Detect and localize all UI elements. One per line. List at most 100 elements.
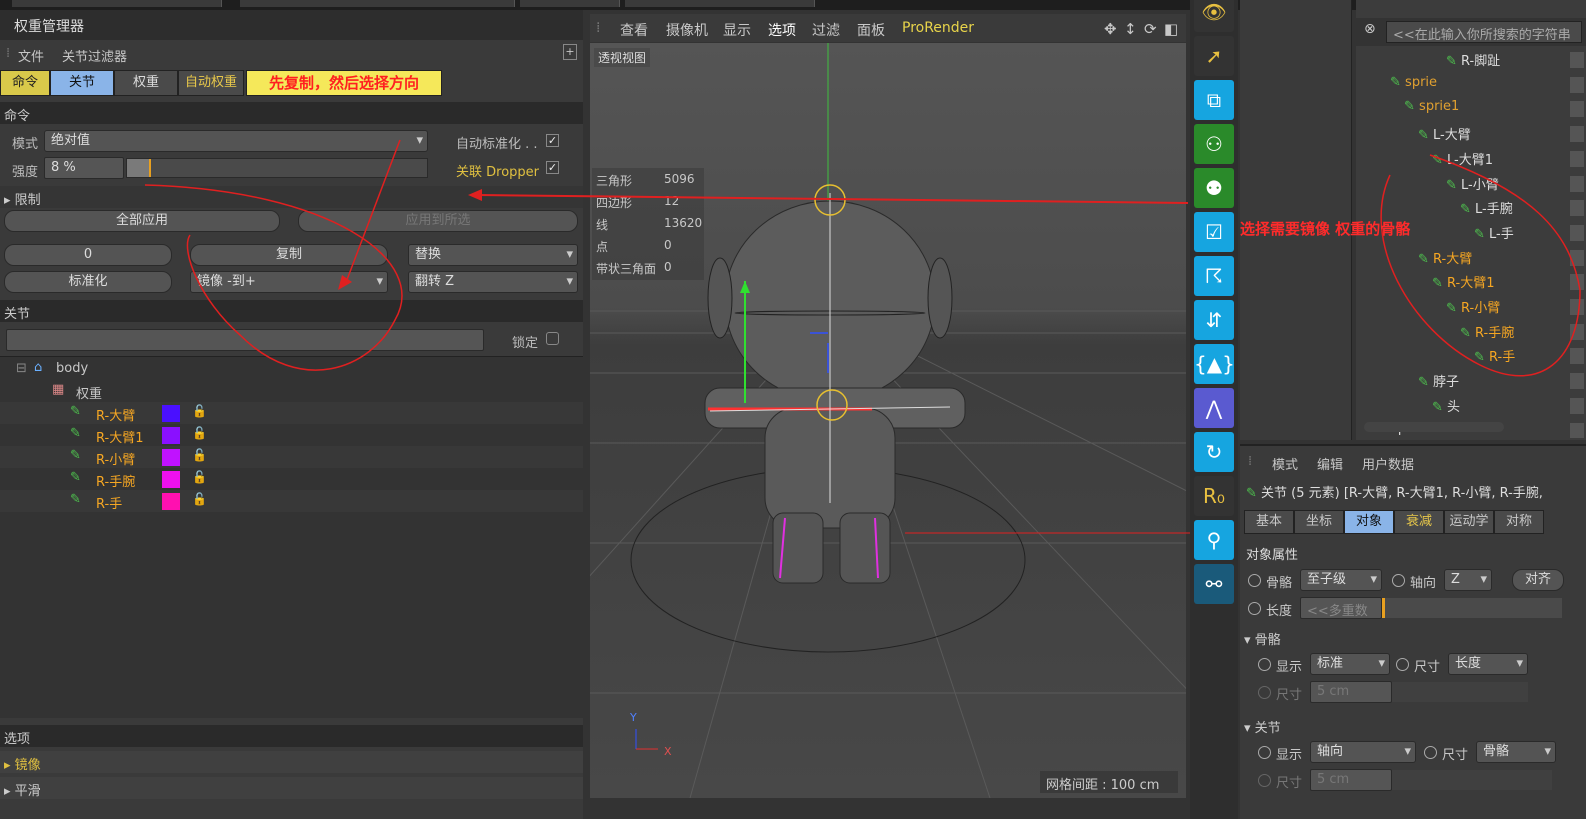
- axis-dropdown[interactable]: Z: [1444, 569, 1492, 591]
- replace-dropdown[interactable]: 替换: [408, 244, 578, 266]
- tab-command[interactable]: 命令: [0, 70, 50, 96]
- jsize-dropdown[interactable]: 骨骼: [1476, 741, 1556, 763]
- joint-section[interactable]: ▾ 关节: [1240, 714, 1586, 736]
- object-item[interactable]: ✎ sprie: [1390, 75, 1437, 90]
- tree-row-body[interactable]: ⊟ ⌂ body: [0, 358, 583, 380]
- joint-tool-icon[interactable]: ⚇: [1194, 124, 1234, 164]
- size-input[interactable]: 5 cm: [1310, 681, 1392, 703]
- flip-dropdown[interactable]: 翻转 Z: [408, 271, 578, 293]
- vp-menu-prorender[interactable]: ProRender: [902, 20, 974, 36]
- object-item[interactable]: ✎ L-小臂: [1446, 174, 1499, 193]
- doc-tab[interactable]: [12, 0, 222, 7]
- reset-pose-icon[interactable]: R₀: [1194, 476, 1234, 516]
- apply-selected-button[interactable]: 应用到所选: [298, 210, 578, 232]
- length-input[interactable]: <<多重数: [1300, 597, 1382, 619]
- pan-view-icon[interactable]: ↕: [1124, 20, 1137, 38]
- strength-slider[interactable]: [126, 158, 428, 178]
- bone-radio[interactable]: [1248, 574, 1261, 587]
- clear-search-icon[interactable]: ⊗: [1364, 21, 1376, 37]
- lock-icon[interactable]: 🔓: [192, 404, 207, 418]
- visibility-toggle[interactable]: [1570, 323, 1584, 340]
- tab-weights[interactable]: 权重: [114, 70, 178, 96]
- object-scrollbar[interactable]: [1364, 422, 1504, 432]
- tree-row-joint[interactable]: ✎ R-手腕 🔓: [0, 468, 583, 490]
- attr-tab[interactable]: 基本: [1244, 510, 1294, 534]
- jsize-slider[interactable]: [1392, 770, 1552, 790]
- lock-icon[interactable]: 🔓: [192, 448, 207, 462]
- vp-menu-camera[interactable]: 摄像机: [666, 20, 708, 40]
- object-item[interactable]: ✎ L-手腕: [1460, 198, 1513, 217]
- attr-menu-userdata[interactable]: 用户数据: [1362, 454, 1414, 473]
- jdisplay-dropdown[interactable]: 轴向: [1310, 741, 1416, 763]
- spline-tool-icon[interactable]: ⚯: [1194, 564, 1234, 604]
- object-item[interactable]: ✎ L-大臂1: [1432, 149, 1493, 168]
- tree-row-joint[interactable]: ✎ R-大臂 🔓: [0, 402, 583, 424]
- object-item[interactable]: ✎ 脖子: [1418, 371, 1459, 390]
- link-dropper-checkbox[interactable]: ✓: [546, 161, 559, 174]
- jsize-field-radio[interactable]: [1258, 774, 1271, 787]
- object-item[interactable]: ✎ 头: [1432, 396, 1460, 415]
- visibility-toggle[interactable]: [1570, 126, 1584, 143]
- length-slider[interactable]: [1382, 598, 1562, 618]
- visibility-toggle[interactable]: [1570, 348, 1584, 365]
- lock-icon[interactable]: 🔓: [192, 470, 207, 484]
- expand-icon[interactable]: ⊟: [16, 361, 27, 376]
- strength-input[interactable]: 8 %: [44, 157, 124, 179]
- vp-menu-view[interactable]: 查看: [620, 20, 648, 40]
- size-slider[interactable]: [1392, 682, 1528, 702]
- axis-radio[interactable]: [1392, 574, 1405, 587]
- vp-menu-filter[interactable]: 过滤: [812, 20, 840, 40]
- tree-row-joint[interactable]: ✎ R-大臂1 🔓: [0, 424, 583, 446]
- size-radio[interactable]: [1396, 658, 1409, 671]
- attr-tab[interactable]: 对称: [1494, 510, 1544, 534]
- mode-dropdown[interactable]: 绝对值: [44, 130, 428, 152]
- attr-tab[interactable]: 衰减: [1394, 510, 1444, 534]
- eye-tool-icon[interactable]: 👁: [1194, 0, 1234, 32]
- joint-color-swatch[interactable]: [162, 405, 180, 422]
- jsize-radio[interactable]: [1424, 746, 1437, 759]
- size-dropdown[interactable]: 长度: [1448, 653, 1528, 675]
- display-dropdown[interactable]: 标准: [1310, 653, 1390, 675]
- visibility-toggle[interactable]: [1570, 373, 1584, 390]
- tab-joints[interactable]: 关节: [50, 70, 114, 96]
- vp-menu-options[interactable]: 选项: [768, 20, 796, 40]
- joint-color-swatch[interactable]: [162, 449, 180, 466]
- visibility-toggle[interactable]: [1570, 101, 1584, 118]
- object-item[interactable]: ✎ R-大臂: [1418, 248, 1472, 267]
- visibility-toggle[interactable]: [1570, 422, 1584, 438]
- size-field-radio[interactable]: [1258, 686, 1271, 699]
- symmetry-tool-icon[interactable]: ⋀: [1194, 388, 1234, 428]
- object-item[interactable]: ✎ R-脚趾: [1446, 50, 1500, 69]
- panel-expand-icon[interactable]: +: [563, 44, 577, 60]
- attr-tab[interactable]: 坐标: [1294, 510, 1344, 534]
- mirror-section[interactable]: ▸ 镜像: [0, 751, 583, 773]
- lock-icon[interactable]: 🔓: [192, 426, 207, 440]
- visibility-toggle[interactable]: [1570, 249, 1584, 266]
- visibility-toggle[interactable]: [1570, 224, 1584, 241]
- jdisplay-radio[interactable]: [1258, 746, 1271, 759]
- doc-tab[interactable]: [520, 0, 620, 7]
- visibility-toggle[interactable]: [1570, 175, 1584, 192]
- pointer-tool-icon[interactable]: ➚: [1194, 36, 1234, 76]
- smooth-section[interactable]: ▸ 平滑: [0, 777, 583, 799]
- object-search-input[interactable]: <<在此输入你所搜索的字符串: [1386, 21, 1582, 43]
- attr-tab[interactable]: 对象: [1344, 510, 1394, 534]
- vp-menu-display[interactable]: 显示: [723, 20, 751, 40]
- jsize-input[interactable]: 5 cm: [1310, 769, 1392, 791]
- tree-row-joint[interactable]: ✎ R-手 🔓: [0, 490, 583, 512]
- tab-auto-weights[interactable]: 自动权重: [178, 70, 244, 96]
- attr-menu-edit[interactable]: 编辑: [1317, 454, 1343, 473]
- object-item[interactable]: ✎ R-小臂: [1446, 297, 1500, 316]
- ik-tool-icon[interactable]: ☈: [1194, 256, 1234, 296]
- visibility-toggle[interactable]: [1570, 150, 1584, 167]
- display-radio[interactable]: [1258, 658, 1271, 671]
- lock-checkbox[interactable]: [546, 332, 559, 345]
- copy-button[interactable]: 复制: [190, 244, 388, 266]
- visibility-toggle[interactable]: [1570, 299, 1584, 315]
- bone-section[interactable]: ▾ 骨骼: [1240, 626, 1586, 648]
- tree-row-weight[interactable]: ▦ 权重: [0, 380, 583, 402]
- visibility-toggle[interactable]: [1570, 274, 1584, 291]
- joint-color-swatch[interactable]: [162, 471, 180, 488]
- visibility-toggle[interactable]: [1570, 52, 1584, 68]
- bone-dropdown[interactable]: 至子级: [1300, 569, 1382, 591]
